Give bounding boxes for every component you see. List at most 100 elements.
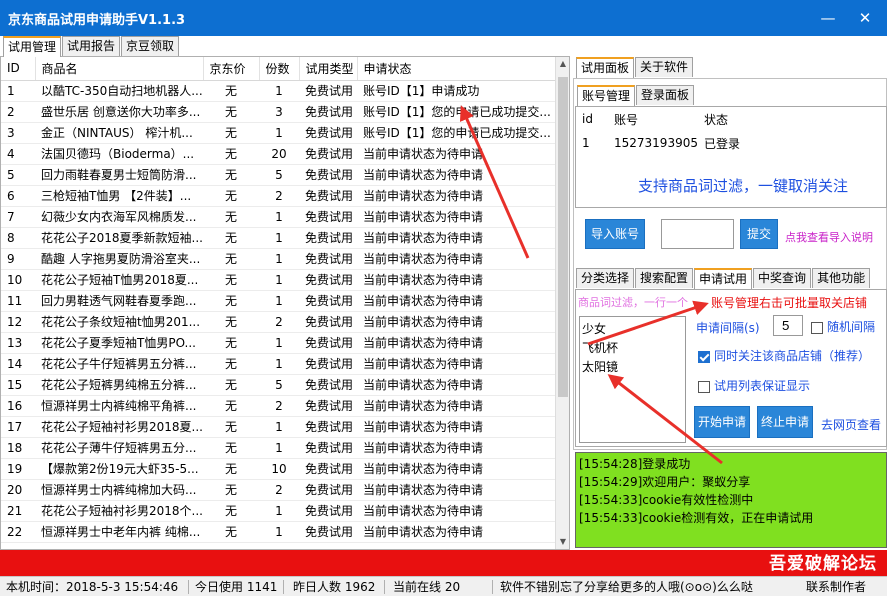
table-row[interactable]: 1 以酷TC-350自动扫地机器人... 无 1 免费试用 账号ID【1】申请成功 [1,80,557,102]
cell-name: 以酷TC-350自动扫地机器人... [35,80,203,102]
cell-status: 账号ID【1】您的申请已成功提交... [357,101,557,123]
cell-status: 当前申请状态为待申请 [357,437,557,459]
cell-id: 1 [1,80,35,102]
import-account-button[interactable]: 导入账号 [585,219,645,249]
table-row[interactable]: 5 回力雨鞋春夏男士短筒防滑... 无 5 免费试用 当前申请状态为待申请 [1,164,557,186]
account-col-number[interactable]: 账号 [608,107,698,131]
cell-quantity: 2 [259,185,299,207]
cell-id: 9 [1,248,35,270]
column-header-name[interactable]: 商品名 [35,57,204,81]
cell-name: 恒源祥男士内裤纯棉平角裤... [35,395,203,417]
column-header-price[interactable]: 京东价 [203,57,260,81]
table-row[interactable]: 21 花花公子短袖衬衫男2018个... 无 1 免费试用 当前申请状态为待申请 [1,500,557,522]
cell-price: 无 [203,416,259,438]
keep-list-checkbox[interactable]: 试用列表保证显示 [698,377,810,394]
filter-textarea[interactable]: 少女 飞机杯 太阳镜 [579,316,686,443]
table-row[interactable]: 6 三枪短袖T恤男 【2件装】... 无 2 免费试用 当前申请状态为待申请 [1,185,557,207]
cell-quantity: 1 [259,227,299,249]
cell-type: 免费试用 [299,227,357,249]
follow-shop-checkbox[interactable]: 同时关注该商品店铺（推荐） [698,347,870,364]
table-row[interactable]: 2 盛世乐居 创意送你大功率多... 无 3 免费试用 账号ID【1】您的申请已成功提交.… [1,101,557,123]
column-header-status[interactable]: 申请状态 [357,57,558,81]
tab-apply-trial[interactable]: 申请试用 [694,268,753,289]
random-interval-checkbox[interactable]: 随机间隔 [811,318,875,335]
scroll-up-icon[interactable]: ▲ [556,57,569,71]
table-row[interactable]: 11 回力男鞋透气网鞋春夏季跑... 无 1 免费试用 当前申请状态为待申请 [1,290,557,312]
scroll-thumb[interactable] [558,77,568,397]
cell-price: 无 [203,521,259,543]
cell-id: 17 [1,416,35,438]
cell-type: 免费试用 [299,437,357,459]
cell-name: 金正（NINTAUS） 榨汁机... [35,122,203,144]
cell-id: 12 [1,311,35,333]
minimize-button[interactable]: — [818,8,838,28]
table-row[interactable]: 18 花花公子薄牛仔短裤男五分... 无 1 免费试用 当前申请状态为待申请 [1,437,557,459]
cell-name: 幻薇少女内衣海军风棉质发... [35,206,203,228]
scroll-down-icon[interactable]: ▼ [556,535,569,549]
cell-status: 当前申请状态为待申请 [357,353,557,375]
table-row[interactable]: 12 花花公子条纹短袖t恤男201... 无 2 免费试用 当前申请状态为待申请 [1,311,557,333]
table-body: 1 以酷TC-350自动扫地机器人... 无 1 免费试用 账号ID【1】申请成功 2 盛世乐… [1,80,557,543]
import-help-link[interactable]: 点我查看导入说明 [785,229,873,245]
tab-prize-query[interactable]: 中奖查询 [753,268,812,288]
keep-list-label: 试用列表保证显示 [714,379,811,393]
table-row[interactable]: 15 花花公子短裤男纯棉五分裤... 无 5 免费试用 当前申请状态为待申请 [1,374,557,396]
tab-trial-panel[interactable]: 试用面板 [576,57,635,78]
table-row[interactable]: 19 【爆款第2份19元大虾35-5... 无 10 免费试用 当前申请状态为待申请 [1,458,557,480]
table-row[interactable]: 8 花花公子2018夏季新款短袖... 无 1 免费试用 当前申请状态为待申请 [1,227,557,249]
stop-apply-button[interactable]: 终止申请 [757,406,813,438]
status-message: 软件不错别忘了分享给更多的人哦(⊙o⊙)么么哒 [500,580,753,594]
column-header-id[interactable]: ID [1,57,36,81]
tab-trial-management[interactable]: 试用管理 [3,36,62,57]
cell-id: 3 [1,122,35,144]
cell-id: 10 [1,269,35,291]
table-row[interactable]: 3 金正（NINTAUS） 榨汁机... 无 1 免费试用 账号ID【1】您的申请已成功提… [1,122,557,144]
table-row[interactable]: 9 酷趣 人字拖男夏防滑浴室夹... 无 1 免费试用 当前申请状态为待申请 [1,248,557,270]
cell-type: 免费试用 [299,374,357,396]
cell-type: 免费试用 [299,353,357,375]
table-row[interactable]: 10 花花公子短袖T恤男2018夏... 无 1 免费试用 当前申请状态为待申请 [1,269,557,291]
column-header-quantity[interactable]: 份数 [259,57,300,81]
close-button[interactable]: ✕ [855,8,875,28]
table-row[interactable]: 13 花花公子夏季短袖T恤男PO... 无 1 免费试用 当前申请状态为待申请 [1,332,557,354]
cell-price: 无 [203,458,259,480]
cell-name: 法国贝德玛（Bioderma）... [35,143,203,165]
cell-status: 当前申请状态为待申请 [357,521,557,543]
start-apply-button[interactable]: 开始申请 [694,406,750,438]
account-col-status[interactable]: 状态 [698,107,886,131]
tab-trial-report[interactable]: 试用报告 [62,36,121,56]
account-table-header: id 账号 状态 [576,107,886,131]
tab-category[interactable]: 分类选择 [576,268,635,288]
table-row[interactable]: 14 花花公子牛仔短裤男五分裤... 无 1 免费试用 当前申请状态为待申请 [1,353,557,375]
tab-jd-beans[interactable]: 京豆领取 [121,36,180,56]
table-scrollbar[interactable]: ▲ ▼ [555,57,569,549]
table-row[interactable]: 4 法国贝德玛（Bioderma）... 无 20 免费试用 当前申请状态为待申请 [1,143,557,165]
cell-price: 无 [203,80,259,102]
tab-account-management[interactable]: 账号管理 [577,85,636,106]
table-row[interactable]: 7 幻薇少女内衣海军风棉质发... 无 1 免费试用 当前申请状态为待申请 [1,206,557,228]
table-row[interactable]: 17 花花公子短袖衬衫男2018夏... 无 1 免费试用 当前申请状态为待申请 [1,416,557,438]
status-time: 本机时间：2018-5-3 15:54:46 [6,580,179,594]
table-row[interactable]: 1 15273193905 已登录 [576,131,886,155]
tab-search-config[interactable]: 搜索配置 [635,268,694,288]
interval-input[interactable] [773,315,803,336]
cell-price: 无 [203,353,259,375]
table-row[interactable]: 16 恒源祥男士内裤纯棉平角裤... 无 2 免费试用 当前申请状态为待申请 [1,395,557,417]
column-header-type[interactable]: 试用类型 [299,57,358,81]
cell-id: 2 [1,101,35,123]
table-row[interactable]: 22 恒源祥男士中老年内裤 纯棉... 无 1 免费试用 当前申请状态为待申请 [1,521,557,543]
import-input[interactable] [661,219,734,249]
log-line: [15:54:33]cookie检测有效，正在申请试用 [579,511,814,525]
status-contact[interactable]: 联系制作者 [806,578,866,596]
submit-button[interactable]: 提交 [740,219,778,249]
table-row[interactable]: 20 恒源祥男士内裤纯棉加大码... 无 2 免费试用 当前申请状态为待申请 [1,479,557,501]
cell-quantity: 5 [259,374,299,396]
tab-about[interactable]: 关于软件 [635,57,694,77]
window-title: 京东商品试用申请助手V1.1.3 [8,13,186,28]
tab-login-panel[interactable]: 登录面板 [636,85,695,105]
tab-other[interactable]: 其他功能 [812,268,871,288]
account-col-id[interactable]: id [576,107,608,131]
account-number: 15273193905 [614,136,698,150]
cell-quantity: 3 [259,101,299,123]
view-web-link[interactable]: 去网页查看 [821,416,881,433]
